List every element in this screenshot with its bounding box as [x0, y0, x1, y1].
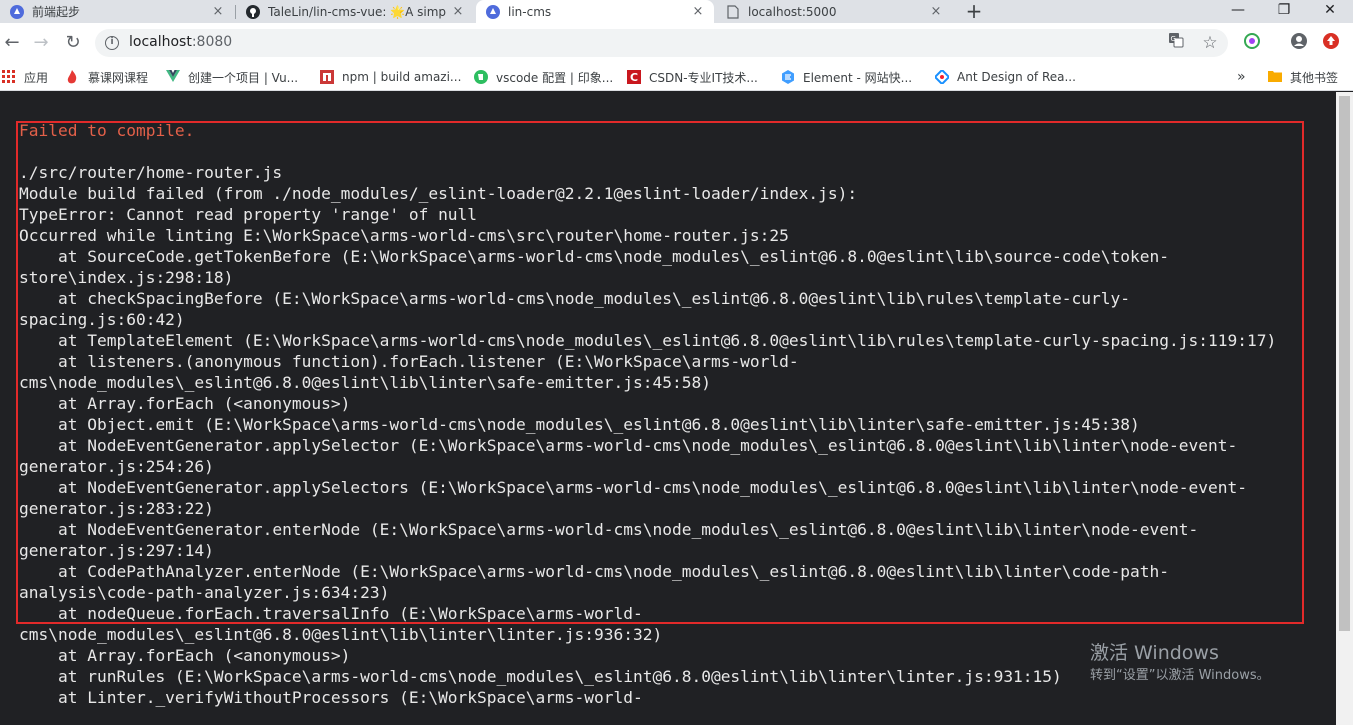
error-line: generator.js:283:22) [19, 499, 214, 518]
svg-text:G: G [1171, 35, 1176, 43]
bookmark-label: CSDN-专业IT技术... [649, 70, 758, 85]
npm-icon [320, 70, 334, 84]
github-icon [246, 4, 260, 19]
minimize-button[interactable]: — [1215, 0, 1261, 23]
error-line: at nodeQueue.forEach.traversalInfo (E:\W… [19, 604, 643, 623]
error-line: cms\node_modules\_eslint@6.8.0@eslint\li… [19, 373, 711, 392]
bookmark-label: 其他书签 [1290, 70, 1339, 85]
element-icon [781, 70, 795, 84]
new-tab-button[interactable]: + [962, 0, 986, 23]
close-window-button[interactable]: ✕ [1307, 0, 1353, 23]
error-line: TypeError: Cannot read property 'range' … [19, 205, 478, 224]
error-line: store\index.js:298:18) [19, 268, 234, 287]
bookmark-label: vscode 配置 | 印象... [496, 70, 614, 85]
error-line: at SourceCode.getTokenBefore (E:\WorkSpa… [19, 247, 1169, 266]
close-icon[interactable]: × [928, 4, 944, 20]
bookmark-apps[interactable]: 应用 [2, 69, 48, 85]
url-text[interactable]: localhost:8080 [129, 34, 232, 50]
error-line: at Linter._verifyWithoutProcessors (E:\W… [19, 688, 643, 707]
flame-icon [66, 70, 80, 84]
info-icon[interactable]: i [105, 36, 119, 50]
tab-frontend[interactable]: 前端起步 × [0, 0, 234, 23]
bookmark-vue[interactable]: 创建一个项目 | Vu... [166, 69, 298, 85]
error-stack-trace: ./src/router/home-router.js Module build … [19, 141, 1329, 708]
bookmark-imooc[interactable]: 慕课网课程 [66, 69, 148, 85]
compile-error-overlay: Failed to compile. ./src/router/home-rout… [19, 120, 1329, 708]
toolbar: ← → ↻ i localhost:8080 G ☆ [0, 23, 1353, 63]
error-line: analysis\code-path-analyzer.js:634:23) [19, 583, 390, 602]
watermark-subtitle: 转到“设置”以激活 Windows。 [1090, 668, 1270, 683]
tab-title: lin-cms [508, 4, 552, 19]
close-icon[interactable]: × [210, 4, 226, 20]
url-host: localhost [129, 34, 192, 50]
bookmark-label: 创建一个项目 | Vu... [188, 70, 299, 85]
update-icon[interactable] [1320, 32, 1342, 54]
svg-text:C: C [630, 71, 638, 84]
error-line: Module build failed (from ./node_modules… [19, 184, 858, 203]
page-icon [726, 4, 740, 19]
tab-localhost-5000[interactable]: localhost:5000 × [716, 0, 952, 23]
tab-github[interactable]: TaleLin/lin-cms-vue: 🌟A simp × [236, 0, 474, 23]
tab-title: 前端起步 [32, 5, 81, 19]
bookmark-npm[interactable]: npm | build amazi... [320, 69, 461, 85]
error-line: at Object.emit (E:\WorkSpace\arms-world-… [19, 415, 1140, 434]
maximize-button[interactable]: ❐ [1261, 0, 1307, 23]
chrome-icon [486, 4, 500, 19]
url-port: :8080 [191, 34, 233, 50]
vue-icon [166, 70, 180, 84]
address-bar[interactable]: i localhost:8080 G ☆ [95, 29, 1228, 57]
close-icon[interactable]: × [450, 4, 466, 20]
forward-button[interactable]: → [29, 31, 53, 55]
vertical-scrollbar[interactable] [1336, 92, 1353, 725]
error-line: generator.js:254:26) [19, 457, 214, 476]
error-line: at NodeEventGenerator.applySelectors (E:… [19, 478, 1247, 497]
error-line: spacing.js:60:42) [19, 310, 185, 329]
page-content: Failed to compile. ./src/router/home-rout… [0, 92, 1336, 725]
bookmark-star-icon[interactable]: ☆ [1199, 32, 1221, 54]
csdn-icon: C [627, 70, 641, 84]
error-title: Failed to compile. [19, 121, 195, 140]
folder-icon [1268, 70, 1282, 84]
extension-icon[interactable] [1241, 32, 1263, 54]
bookmark-antd[interactable]: Ant Design of Rea... [933, 68, 1076, 86]
apps-grid-icon [2, 70, 16, 84]
chrome-icon [10, 4, 24, 19]
error-line: at Array.forEach (<anonymous>) [19, 394, 351, 413]
error-line [19, 141, 1329, 162]
evernote-icon [474, 70, 488, 84]
bookmark-label: npm | build amazi... [342, 70, 462, 84]
bookmark-label: 慕课网课程 [88, 70, 149, 85]
ant-design-icon [933, 68, 951, 86]
error-line: at checkSpacingBefore (E:\WorkSpace\arms… [19, 289, 1131, 308]
error-line: at listeners.(anonymous function).forEac… [19, 352, 799, 371]
error-line: at TemplateElement (E:\WorkSpace\arms-wo… [19, 331, 1277, 350]
tab-lin-cms[interactable]: lin-cms × [476, 0, 714, 23]
error-line: at CodePathAnalyzer.enterNode (E:\WorkSp… [19, 562, 1169, 581]
bookmark-evernote[interactable]: vscode 配置 | 印象... [474, 69, 613, 85]
bookmark-label: 应用 [24, 70, 49, 85]
error-line: at NodeEventGenerator.applySelector (E:\… [19, 436, 1238, 455]
error-line: generator.js:297:14) [19, 541, 214, 560]
reload-button[interactable]: ↻ [61, 31, 85, 55]
error-line: ./src/router/home-router.js [19, 163, 283, 182]
tab-title: TaleLin/lin-cms-vue: 🌟A simp [268, 4, 447, 19]
tab-title: localhost:5000 [748, 4, 837, 19]
close-icon[interactable]: × [690, 4, 706, 20]
tab-strip: 前端起步 × TaleLin/lin-cms-vue: 🌟A simp × li… [0, 0, 1353, 23]
translate-icon[interactable]: G [1165, 32, 1187, 54]
watermark-title: 激活 Windows [1090, 642, 1219, 664]
windows-activation-watermark: 激活 Windows 转到“设置”以激活 Windows。 [1090, 640, 1270, 686]
back-button[interactable]: ← [0, 31, 24, 55]
bookmarks-bar: 应用 慕课网课程 创建一个项目 | Vu... npm | build amaz… [0, 63, 1353, 91]
error-line: at NodeEventGenerator.enterNode (E:\Work… [19, 520, 1199, 539]
error-line: Occurred while linting E:\WorkSpace\arms… [19, 226, 789, 245]
bookmark-element[interactable]: Element - 网站快... [781, 69, 912, 85]
scrollbar-thumb[interactable] [1339, 96, 1350, 631]
bookmarks-overflow-button[interactable]: » [1237, 69, 1246, 85]
bookmark-csdn[interactable]: C CSDN-专业IT技术... [627, 69, 758, 85]
other-bookmarks[interactable]: 其他书签 [1268, 69, 1338, 85]
bookmark-label: Ant Design of Rea... [957, 70, 1076, 84]
bookmark-label: Element - 网站快... [803, 70, 913, 85]
profile-icon[interactable] [1288, 32, 1310, 54]
